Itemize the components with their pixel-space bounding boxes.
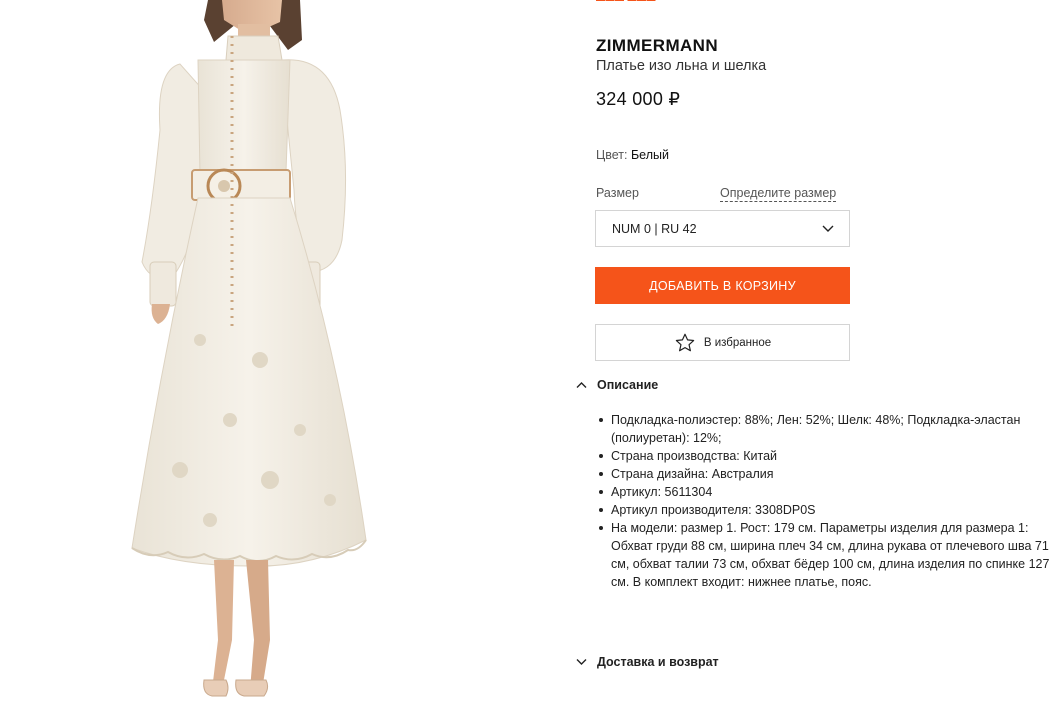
top-badge: ▬▬▬ ▬▬▬ <box>596 0 674 3</box>
product-title: Платье изо льна и шелка <box>596 58 767 74</box>
list-item: Подкладка-полиэстер: 88%; Лен: 52%; Шелк… <box>599 411 1056 447</box>
favorite-label: В избранное <box>703 336 772 349</box>
add-to-cart-button[interactable]: ДОБАВИТЬ В КОРЗИНУ <box>595 267 850 304</box>
delivery-toggle[interactable]: Доставка и возврат <box>576 655 719 669</box>
list-item: Страна дизайна: Австралия <box>599 465 1056 483</box>
size-label: Размер <box>596 186 639 200</box>
chevron-down-icon <box>576 659 587 665</box>
size-select[interactable]: NUM 0 | RU 42 <box>595 210 850 247</box>
top-badge-text: ▬▬▬ ▬▬▬ <box>596 0 674 3</box>
dress-image <box>131 0 367 697</box>
size-selected-value: NUM 0 | RU 42 <box>612 222 697 236</box>
color-value: Белый <box>630 148 669 162</box>
star-outline-icon <box>675 333 695 351</box>
list-item: Страна производства: Китай <box>599 447 1056 465</box>
list-item: Артикул: 5611304 <box>599 483 1056 501</box>
color-label: Цвет: <box>596 148 628 162</box>
chevron-down-icon <box>822 225 834 232</box>
add-to-cart-label: ДОБАВИТЬ В КОРЗИНУ <box>649 278 796 293</box>
description-list: Подкладка-полиэстер: 88%; Лен: 52%; Шелк… <box>599 411 1056 591</box>
list-item: Артикул производителя: 3308DP0S <box>599 501 1056 519</box>
size-guide-link[interactable]: Определите размер <box>720 186 837 202</box>
chevron-up-icon <box>576 382 587 388</box>
color-row: Цвет: Белый <box>596 148 669 162</box>
list-item: На модели: размер 1. Рост: 179 см. Парам… <box>599 519 1056 591</box>
description-title: Описание <box>597 378 659 392</box>
description-toggle[interactable]: Описание <box>576 378 658 392</box>
brand-name[interactable]: ZIMMERMANN <box>596 36 718 56</box>
product-photo[interactable] <box>0 0 560 709</box>
product-price: 324 000 ₽ <box>596 89 681 109</box>
delivery-title: Доставка и возврат <box>597 655 719 669</box>
add-to-favorites-button[interactable]: В избранное <box>595 324 850 361</box>
